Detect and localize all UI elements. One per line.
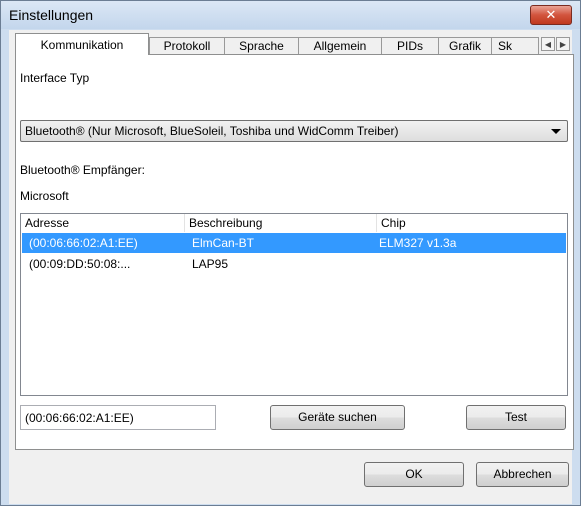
- cancel-button[interactable]: Abbrechen: [476, 462, 569, 487]
- title-bar[interactable]: Einstellungen ✕: [1, 1, 580, 29]
- tab-allgemein[interactable]: Allgemein: [298, 37, 382, 54]
- tab-scroll-right-icon[interactable]: ▶: [556, 37, 570, 51]
- device-list-header: Adresse Beschreibung Chip: [21, 214, 567, 232]
- close-button[interactable]: ✕: [530, 5, 572, 25]
- column-chip[interactable]: Chip: [377, 214, 567, 232]
- settings-window: Einstellungen ✕ Kommunikation Protokoll …: [0, 0, 581, 506]
- ok-button[interactable]: OK: [364, 462, 464, 487]
- tab-scroll-left-icon[interactable]: ◀: [541, 37, 555, 51]
- table-row[interactable]: (00:09:DD:50:08:... LAP95: [22, 254, 566, 274]
- table-row[interactable]: (00:06:66:02:A1:EE) ElmCan-BT ELM327 v1.…: [22, 233, 566, 253]
- column-adresse[interactable]: Adresse: [21, 214, 185, 232]
- receiver-label: Bluetooth® Empfänger:: [20, 163, 145, 177]
- device-address: (00:09:DD:50:08:...: [29, 257, 131, 271]
- chevron-down-icon: [551, 129, 561, 134]
- device-description: ElmCan-BT: [192, 236, 255, 250]
- column-beschreibung[interactable]: Beschreibung: [185, 214, 377, 232]
- interface-type-label: Interface Typ: [20, 71, 90, 85]
- interface-type-value: Bluetooth® (Nur Microsoft, BlueSoleil, T…: [25, 124, 399, 138]
- address-input[interactable]: (00:06:66:02:A1:EE): [20, 405, 216, 430]
- search-devices-button[interactable]: Geräte suchen: [270, 405, 405, 430]
- tab-bar: Kommunikation Protokoll Sprache Allgemei…: [9, 30, 572, 55]
- receiver-value: Microsoft: [20, 189, 69, 203]
- device-address: (00:06:66:02:A1:EE): [29, 236, 138, 250]
- address-input-value: (00:06:66:02:A1:EE): [25, 411, 134, 425]
- device-description: LAP95: [192, 257, 229, 271]
- close-icon: ✕: [545, 7, 557, 22]
- tab-sk[interactable]: Sk: [491, 37, 539, 54]
- tab-grafik[interactable]: Grafik: [438, 37, 492, 54]
- tab-sprache[interactable]: Sprache: [224, 37, 299, 54]
- dialog-body: Kommunikation Protokoll Sprache Allgemei…: [9, 30, 574, 504]
- device-list[interactable]: Adresse Beschreibung Chip (00:06:66:02:A…: [20, 213, 568, 396]
- test-button[interactable]: Test: [466, 405, 566, 430]
- tab-pids[interactable]: PIDs: [381, 37, 439, 54]
- window-title: Einstellungen: [9, 7, 94, 23]
- kommunikation-panel: Interface Typ Bluetooth® (Nur Microsoft,…: [15, 54, 574, 450]
- interface-type-select[interactable]: Bluetooth® (Nur Microsoft, BlueSoleil, T…: [20, 120, 568, 142]
- device-chip: ELM327 v1.3a: [379, 236, 457, 250]
- tab-kommunikation[interactable]: Kommunikation: [15, 33, 149, 55]
- tab-protokoll[interactable]: Protokoll: [149, 37, 225, 54]
